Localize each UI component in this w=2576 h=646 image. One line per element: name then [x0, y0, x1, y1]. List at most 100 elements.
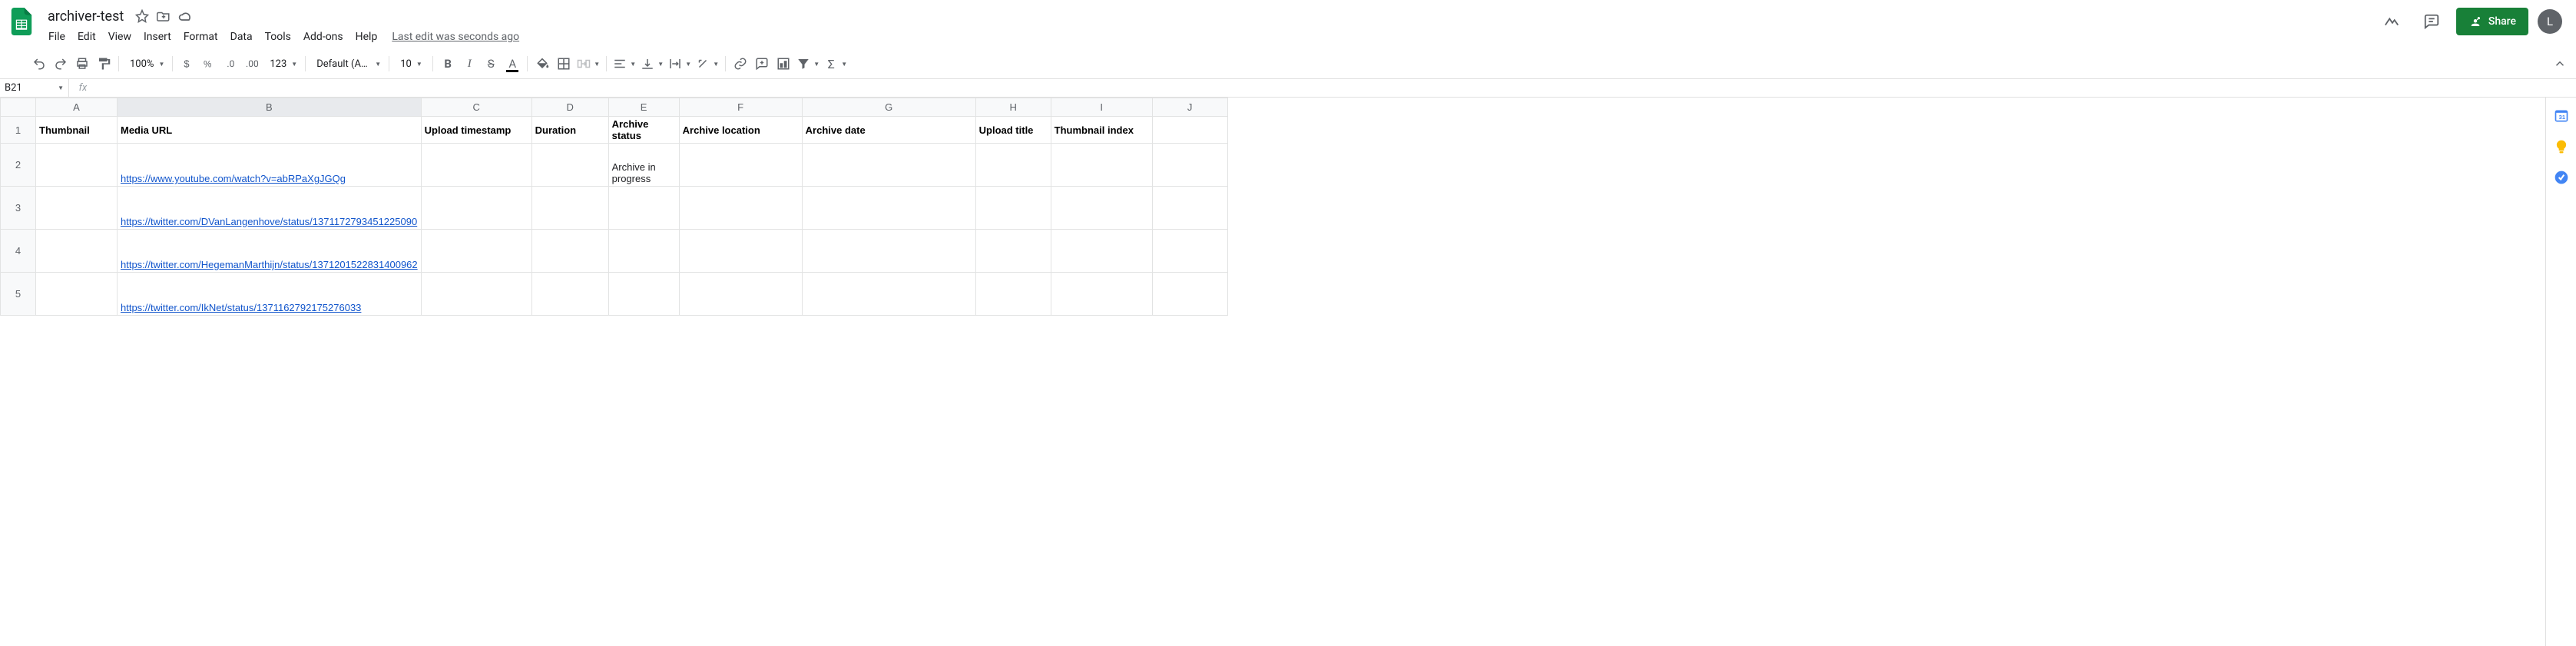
cell[interactable]: Upload title [975, 117, 1051, 144]
spreadsheet-grid[interactable]: ABCDEFGHIJ 1ThumbnailMedia URLUpload tim… [0, 98, 2545, 646]
column-header-G[interactable]: G [802, 98, 975, 117]
row-header[interactable]: 3 [1, 187, 36, 230]
cell[interactable]: Archive in progress [608, 144, 679, 187]
h-align-dropdown[interactable]: ▼ [628, 54, 637, 74]
chart-icon[interactable] [773, 54, 793, 74]
row-header[interactable]: 1 [1, 117, 36, 144]
functions-icon[interactable]: Σ [823, 54, 839, 74]
collapse-toolbar-icon[interactable] [2550, 54, 2570, 74]
wrap-dropdown[interactable]: ▼ [684, 54, 693, 74]
column-header-H[interactable]: H [975, 98, 1051, 117]
cell[interactable] [421, 144, 531, 187]
cell[interactable] [421, 187, 531, 230]
activity-icon[interactable] [2376, 6, 2407, 37]
formula-input[interactable] [97, 79, 2576, 97]
zoom-dropdown[interactable]: 100%▼ [124, 54, 167, 74]
cell[interactable]: https://www.youtube.com/watch?v=abRPaXgJ… [118, 144, 422, 187]
menu-view[interactable]: View [103, 28, 137, 46]
cell[interactable] [975, 273, 1051, 316]
cell[interactable]: https://twitter.com/DVanLangenhove/statu… [118, 187, 422, 230]
star-icon[interactable] [134, 8, 150, 24]
currency-icon[interactable]: $ [177, 54, 197, 74]
v-align-icon[interactable] [639, 54, 656, 74]
doc-title[interactable]: archiver-test [43, 7, 128, 26]
cell[interactable] [421, 273, 531, 316]
rotate-icon[interactable] [694, 54, 711, 74]
cell[interactable] [531, 273, 608, 316]
cell[interactable] [1051, 273, 1152, 316]
cell[interactable] [608, 230, 679, 273]
menu-format[interactable]: Format [178, 28, 223, 46]
cell[interactable] [802, 144, 975, 187]
comments-icon[interactable] [2416, 6, 2447, 37]
cell[interactable] [802, 187, 975, 230]
cell-link[interactable]: https://twitter.com/HegemanMarthijn/stat… [121, 259, 418, 270]
cell[interactable]: Thumbnail [36, 117, 118, 144]
cell[interactable] [802, 230, 975, 273]
menu-help[interactable]: Help [350, 28, 383, 46]
cell[interactable] [1152, 144, 1227, 187]
cell[interactable] [608, 273, 679, 316]
column-header-I[interactable]: I [1051, 98, 1152, 117]
percent-icon[interactable]: % [199, 54, 219, 74]
cell[interactable]: Archive location [679, 117, 802, 144]
cell[interactable] [975, 144, 1051, 187]
cell[interactable] [36, 230, 118, 273]
comment-icon[interactable] [752, 54, 772, 74]
print-icon[interactable] [72, 54, 92, 74]
cell[interactable]: Duration [531, 117, 608, 144]
cell[interactable] [679, 187, 802, 230]
cell[interactable] [531, 187, 608, 230]
menu-file[interactable]: File [43, 28, 71, 46]
cell[interactable] [531, 230, 608, 273]
tasks-icon[interactable] [2554, 170, 2569, 185]
menu-tools[interactable]: Tools [260, 28, 296, 46]
cell[interactable]: Upload timestamp [421, 117, 531, 144]
more-formats-dropdown[interactable]: 123▼ [263, 54, 300, 74]
cloud-status-icon[interactable] [177, 8, 193, 24]
row-header[interactable]: 2 [1, 144, 36, 187]
rotate-dropdown[interactable]: ▼ [711, 54, 720, 74]
menu-data[interactable]: Data [225, 28, 258, 46]
functions-dropdown[interactable]: ▼ [839, 54, 849, 74]
increase-decimal-icon[interactable]: .00 [242, 54, 262, 74]
cell[interactable]: https://twitter.com/IkNet/status/1371162… [118, 273, 422, 316]
cell[interactable]: Thumbnail index [1051, 117, 1152, 144]
move-icon[interactable] [156, 8, 171, 24]
column-header-B[interactable]: B [118, 98, 422, 117]
filter-dropdown[interactable]: ▼ [812, 54, 821, 74]
strikethrough-icon[interactable]: S [481, 54, 501, 74]
row-header[interactable]: 4 [1, 230, 36, 273]
sheets-logo[interactable] [6, 6, 37, 37]
select-all-corner[interactable] [1, 98, 36, 117]
menu-edit[interactable]: Edit [72, 28, 101, 46]
column-header-D[interactable]: D [531, 98, 608, 117]
cell-link[interactable]: https://twitter.com/IkNet/status/1371162… [121, 302, 361, 313]
decrease-decimal-icon[interactable]: .0 [220, 54, 240, 74]
italic-icon[interactable]: I [459, 54, 479, 74]
font-size-dropdown[interactable]: 10▼ [394, 54, 428, 74]
cell[interactable] [1051, 187, 1152, 230]
cell[interactable]: Media URL [118, 117, 422, 144]
bold-icon[interactable]: B [438, 54, 458, 74]
calendar-icon[interactable]: 31 [2554, 108, 2569, 124]
cell[interactable]: Archive status [608, 117, 679, 144]
cell-link[interactable]: https://twitter.com/DVanLangenhove/statu… [121, 216, 417, 227]
merge-dropdown[interactable]: ▼ [592, 54, 601, 74]
paint-format-icon[interactable] [94, 54, 114, 74]
cell[interactable] [975, 187, 1051, 230]
filter-icon[interactable] [795, 54, 812, 74]
redo-icon[interactable] [51, 54, 71, 74]
cell[interactable] [1152, 273, 1227, 316]
font-dropdown[interactable]: Default (Ari...▼ [310, 54, 384, 74]
column-header-F[interactable]: F [679, 98, 802, 117]
cell[interactable] [679, 144, 802, 187]
menu-insert[interactable]: Insert [138, 28, 177, 46]
text-color-icon[interactable]: A [502, 54, 522, 74]
cell[interactable] [421, 230, 531, 273]
cell[interactable] [1152, 117, 1227, 144]
cell[interactable] [975, 230, 1051, 273]
cell[interactable] [1051, 230, 1152, 273]
row-header[interactable]: 5 [1, 273, 36, 316]
cell[interactable] [36, 273, 118, 316]
